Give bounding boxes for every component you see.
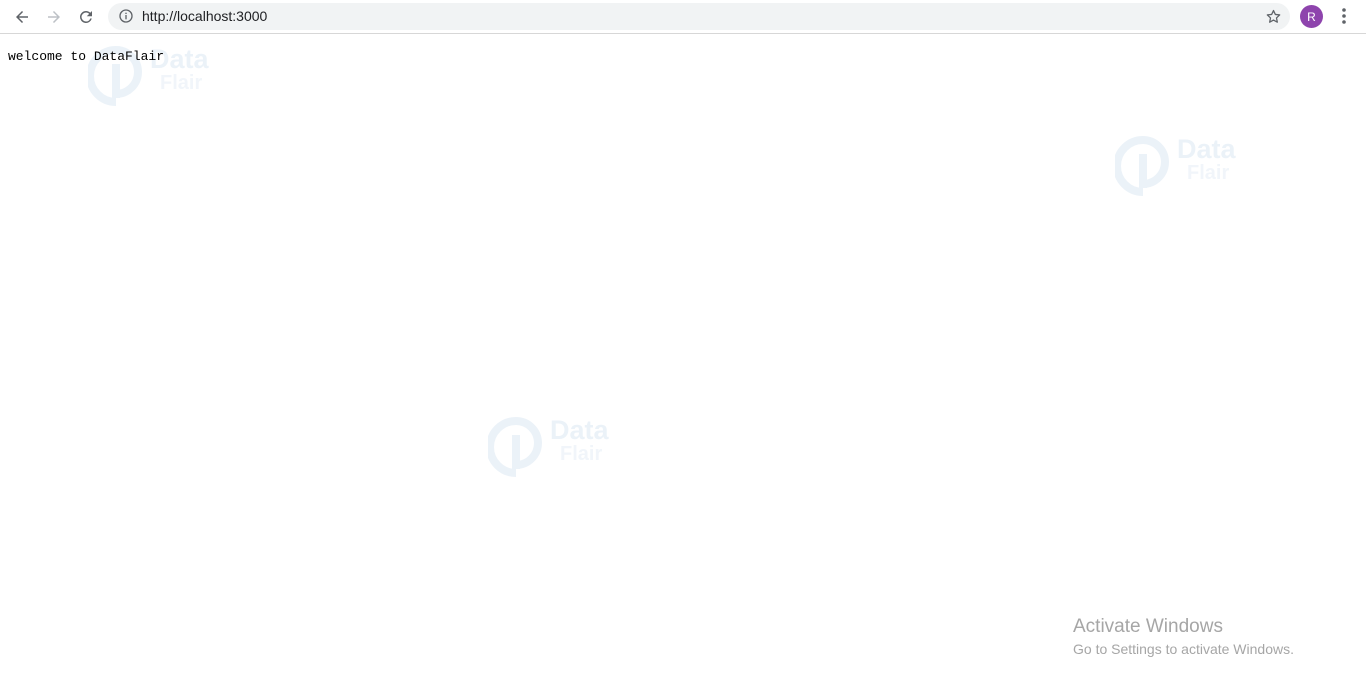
activate-windows-subtitle: Go to Settings to activate Windows. (1073, 641, 1294, 657)
forward-button[interactable] (41, 4, 67, 30)
profile-avatar[interactable]: R (1300, 5, 1323, 28)
reload-icon (79, 10, 92, 23)
arrow-left-icon (16, 11, 28, 23)
page-content: Data Flair Data Flair Data Flair welcome… (0, 35, 1366, 690)
dataflair-watermark: Data Flair (1115, 132, 1255, 202)
activate-windows-notice: Activate Windows Go to Settings to activ… (1073, 615, 1294, 659)
welcome-text: welcome to DataFlair (8, 49, 165, 64)
watermark-line2: Flair (1187, 162, 1230, 184)
watermark-line2: Flair (560, 443, 603, 465)
arrow-right-icon (48, 11, 60, 23)
watermark-line1: Data (1177, 134, 1236, 164)
watermark-line2: Flair (160, 72, 203, 94)
reload-button[interactable] (73, 4, 99, 30)
watermark-line1: Data (550, 415, 609, 445)
browser-toolbar: http://localhost:3000 R (0, 0, 1366, 34)
address-bar[interactable]: http://localhost:3000 (108, 3, 1290, 30)
back-button[interactable] (9, 4, 35, 30)
dataflair-logo-icon (1115, 136, 1169, 196)
info-icon[interactable] (118, 8, 134, 24)
kebab-menu-icon[interactable] (1336, 6, 1352, 26)
dataflair-logo-icon (488, 417, 542, 477)
activate-windows-title: Activate Windows (1073, 616, 1223, 637)
dataflair-watermark: Data Flair (488, 413, 628, 483)
star-icon[interactable] (1265, 8, 1282, 25)
url-text[interactable]: http://localhost:3000 (142, 8, 267, 25)
